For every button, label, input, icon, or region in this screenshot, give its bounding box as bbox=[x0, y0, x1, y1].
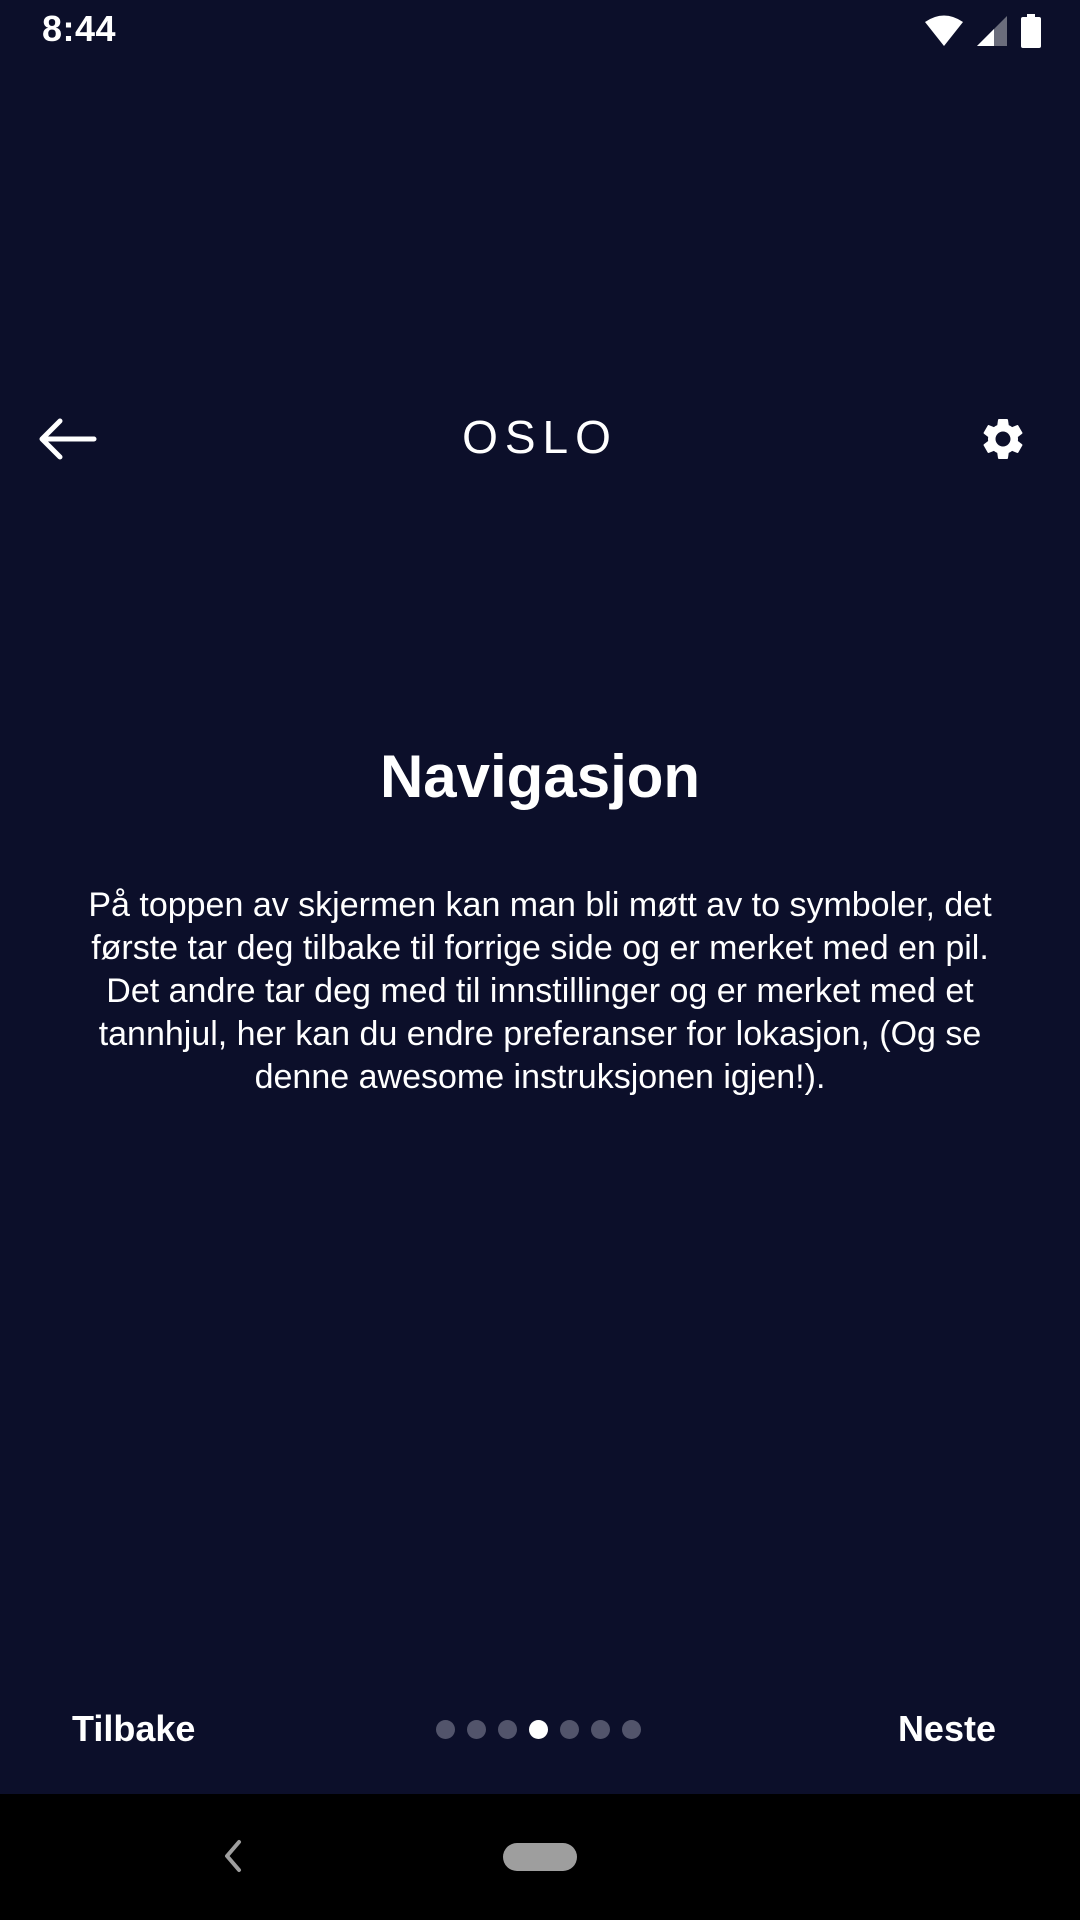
gear-icon[interactable] bbox=[978, 414, 1028, 464]
page-dot-5[interactable] bbox=[560, 1720, 579, 1739]
page-dot-1[interactable] bbox=[436, 1720, 455, 1739]
back-button[interactable]: Tilbake bbox=[72, 1708, 195, 1750]
home-pill-icon[interactable] bbox=[503, 1843, 577, 1871]
wifi-icon bbox=[924, 15, 964, 47]
app-header: OSLO bbox=[0, 400, 1080, 480]
battery-icon bbox=[1020, 14, 1042, 48]
page-dot-3[interactable] bbox=[498, 1720, 517, 1739]
chevron-left-icon[interactable] bbox=[220, 1838, 246, 1874]
next-button[interactable]: Neste bbox=[898, 1708, 996, 1750]
page-indicator bbox=[436, 1720, 641, 1742]
system-navigation-bar bbox=[0, 1794, 1080, 1920]
page-dot-2[interactable] bbox=[467, 1720, 486, 1739]
onboarding-navigation: Tilbake Neste bbox=[0, 1700, 1080, 1760]
status-time: 8:44 bbox=[42, 8, 117, 49]
status-bar: 8:44 bbox=[0, 0, 1080, 62]
section-heading: Navigasjon bbox=[379, 743, 701, 810]
page-dot-6[interactable] bbox=[591, 1720, 610, 1739]
page-dot-7[interactable] bbox=[622, 1720, 641, 1739]
page-dot-4-active[interactable] bbox=[529, 1720, 548, 1739]
status-icons bbox=[924, 14, 1042, 48]
section-description: På toppen av skjermen kan man bli møtt a… bbox=[88, 886, 992, 1096]
page-title: OSLO bbox=[462, 411, 618, 463]
cell-signal-icon bbox=[976, 15, 1008, 47]
